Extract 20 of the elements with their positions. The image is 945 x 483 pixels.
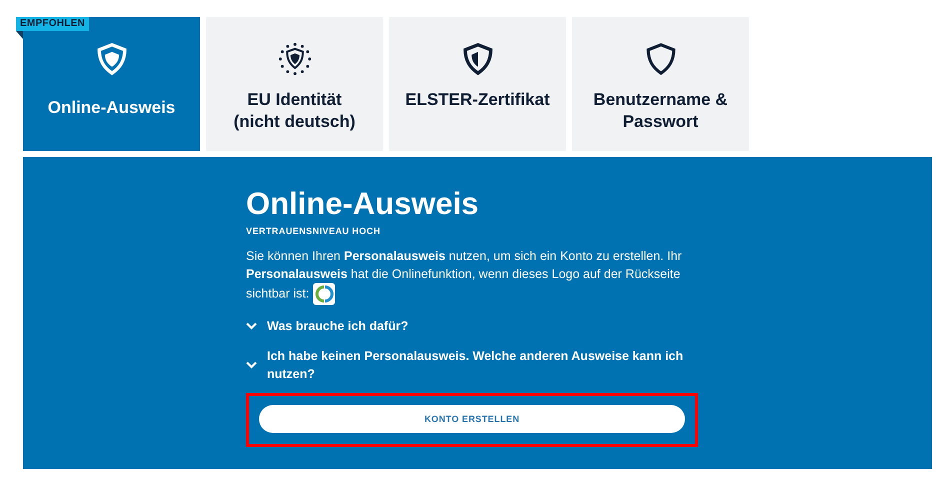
tab-label: EU Identität (nicht deutsch)	[232, 89, 356, 133]
tab[interactable]: Benutzername & Passwort	[572, 17, 749, 151]
tab[interactable]: EU Identität (nicht deutsch)	[206, 17, 383, 151]
shield-icon	[94, 40, 128, 78]
shield-icon	[460, 40, 494, 78]
accordion-toggle[interactable]: Was brauche ich dafür?	[246, 316, 696, 334]
chevron-icon	[246, 322, 257, 330]
accordion-toggle[interactable]: Ich habe keinen Personalausweis. Welche anderen Ausweise kann ich nutzen?	[246, 346, 696, 382]
create-account-button[interactable]: KONTO ERSTELLEN	[259, 405, 685, 434]
trust-level: VERTRAUENSNIVEAU HOCH	[246, 225, 380, 238]
recommended-badge: EMPFOHLEN	[16, 17, 90, 31]
eid-logo-icon	[313, 282, 336, 304]
tab-label: Benutzername & Passwort	[592, 89, 729, 133]
tab-label: Online-Ausweis	[48, 97, 176, 119]
logo-caption: sichtbar ist:	[246, 286, 310, 300]
panel-title: Online-Ausweis	[246, 185, 480, 223]
shield-stars-icon	[276, 41, 312, 77]
chevron-icon	[246, 360, 257, 368]
tab[interactable]: ELSTER-Zertifikat	[389, 17, 566, 151]
tab-label: ELSTER-Zertifikat	[405, 89, 550, 111]
